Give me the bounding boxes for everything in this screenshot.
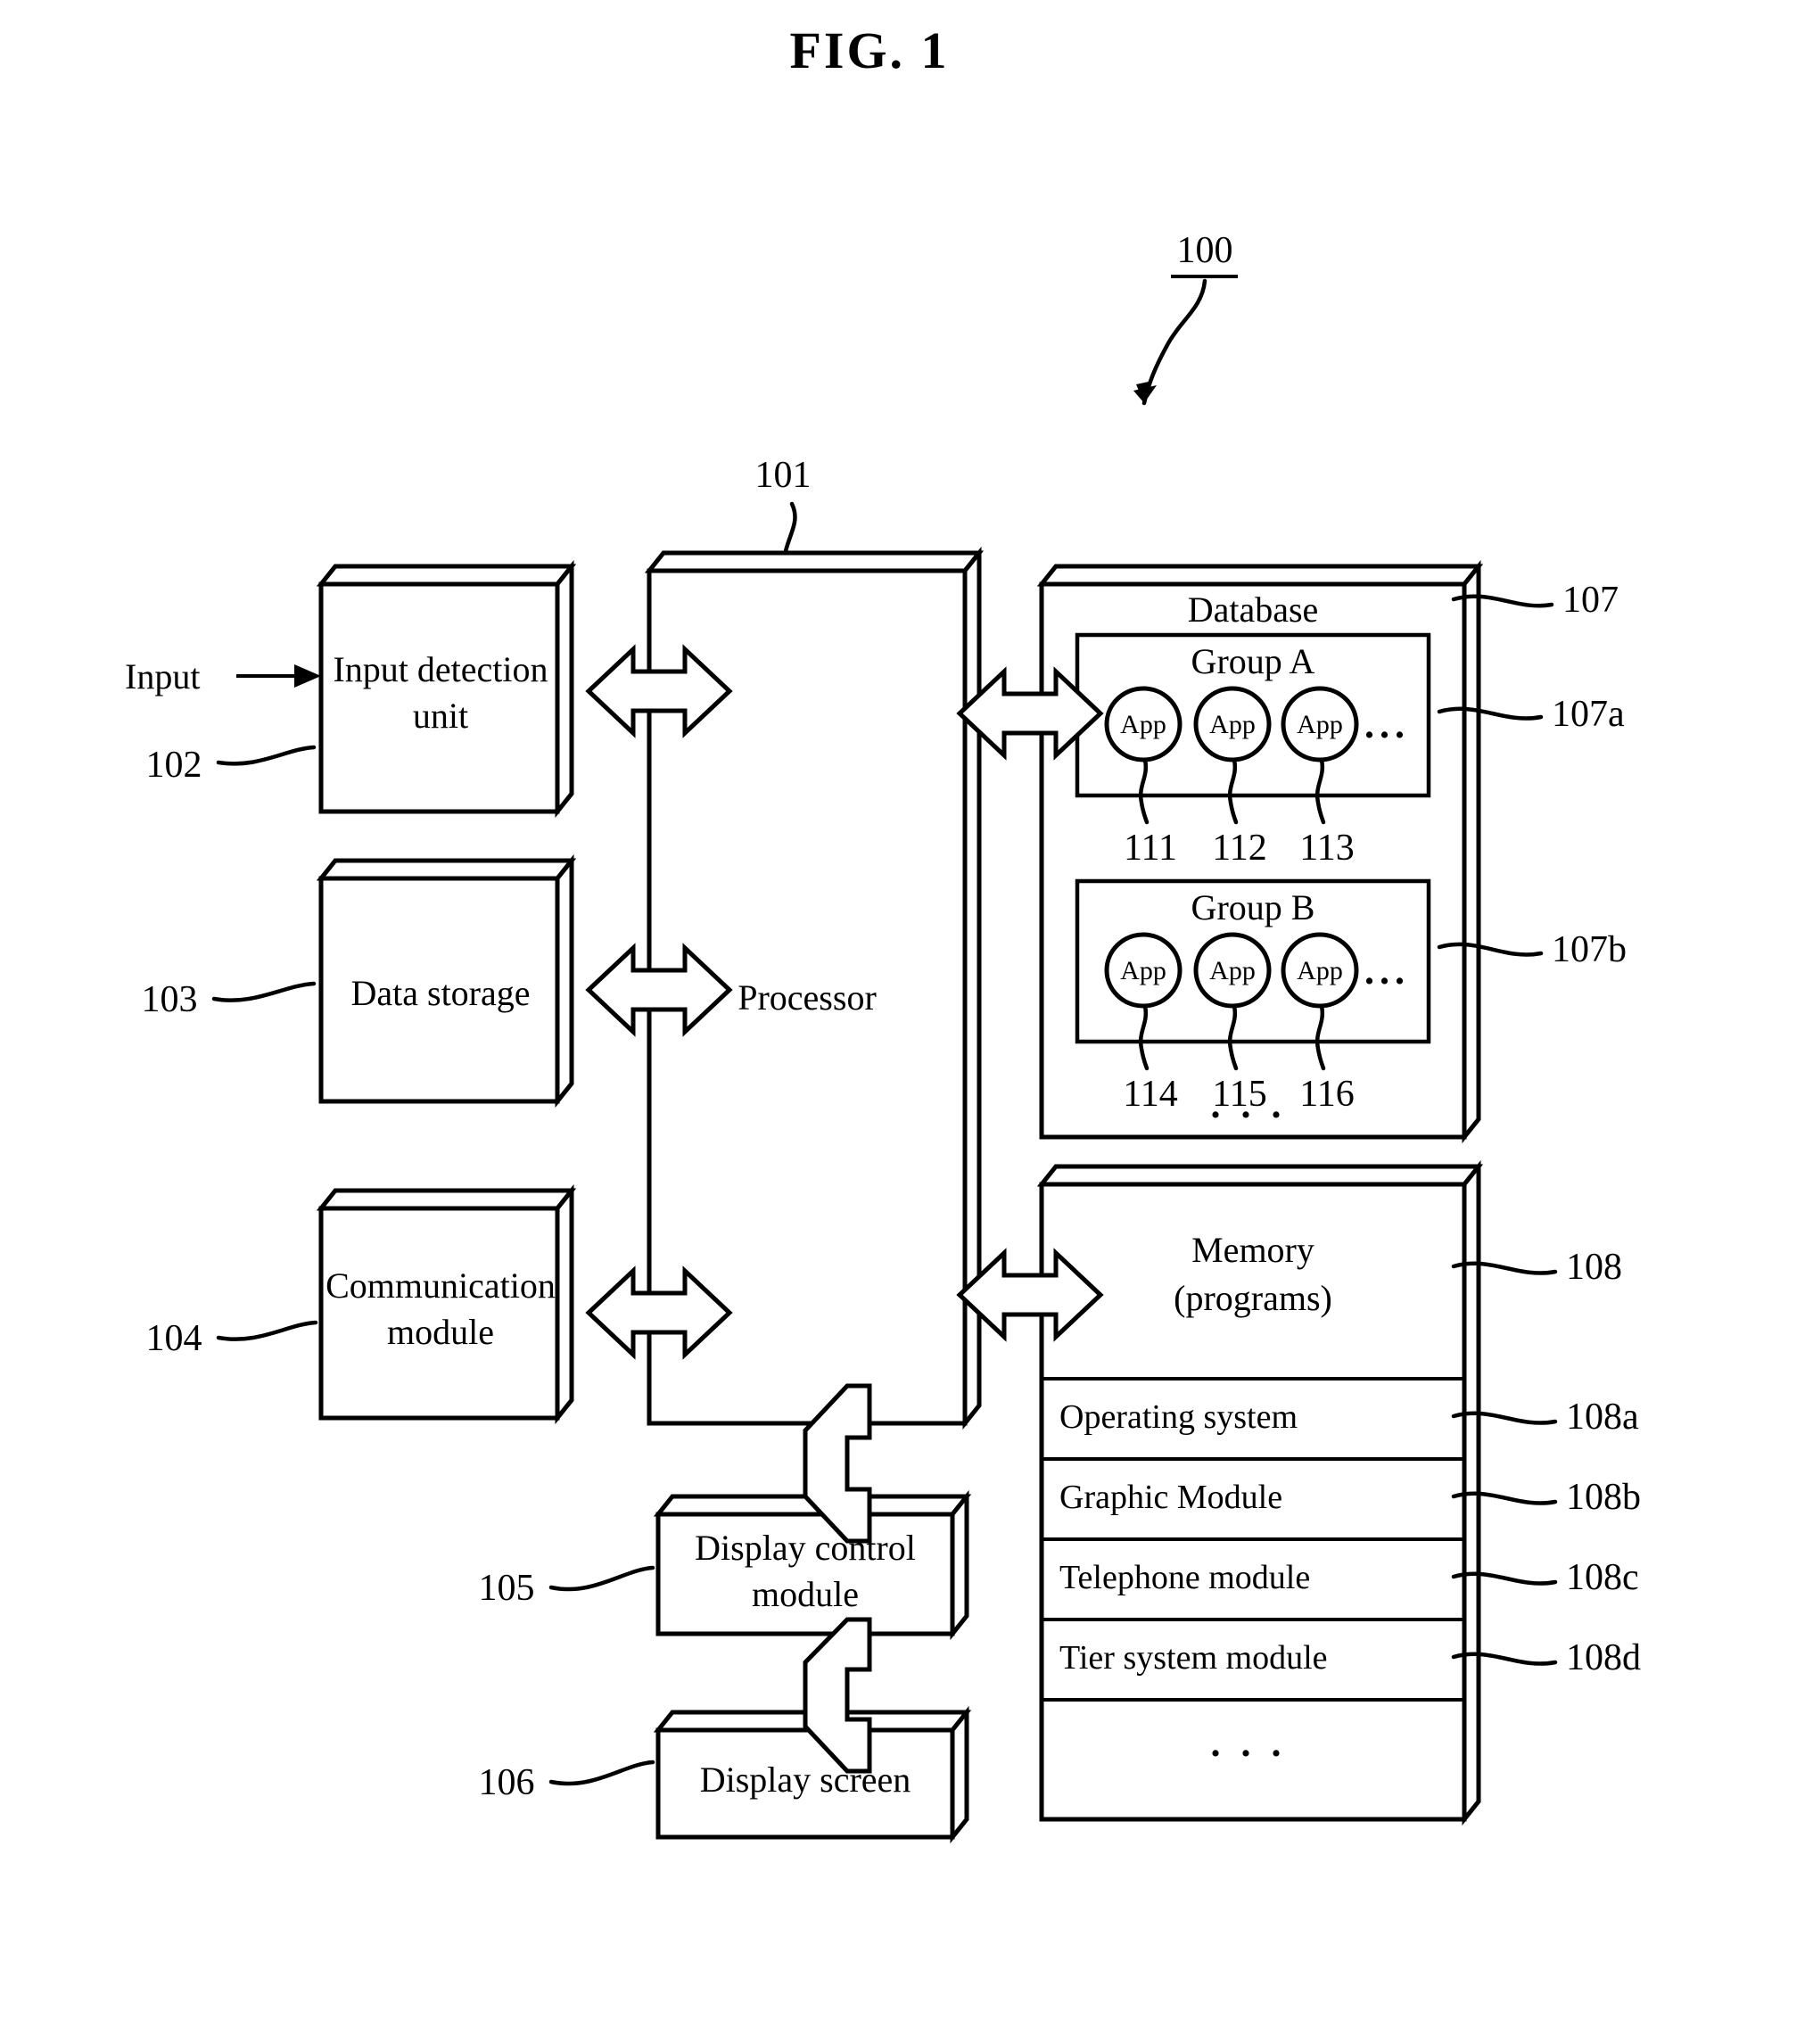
arrow-input-processor: [585, 644, 733, 738]
diagram-vector-layer: .bx { fill:#ffffff; stroke:#000000; stro…: [211, 275, 1558, 1844]
ref-label-105: 105: [478, 1568, 535, 1609]
ref-label-101: 101: [754, 455, 812, 496]
arrow-displaycontrol-displayscreen: [803, 1617, 872, 1774]
database-title: Database: [1187, 589, 1319, 630]
ref-label-107b: 107b: [1552, 929, 1627, 970]
input-detection-label-line2: unit: [412, 696, 469, 736]
leader-108a: [1451, 1411, 1558, 1425]
input-detection-label-line1: Input detection: [333, 649, 548, 689]
ref-label-108d: 108d: [1566, 1637, 1641, 1678]
arrow-processor-displaycontrol: [803, 1383, 872, 1544]
figure-title: FIG. 1: [789, 21, 950, 79]
display-screen-label: Display screen: [699, 1760, 911, 1800]
app-label-113: App: [1297, 710, 1343, 739]
leader-106: [548, 1760, 655, 1786]
arrow-datastorage-processor: [585, 943, 733, 1037]
app-label-115: App: [1209, 956, 1256, 985]
system-ref-label: 100: [1176, 230, 1233, 271]
memory-title-line1: Memory: [1191, 1230, 1314, 1270]
leader-105: [548, 1565, 655, 1592]
ref-label-102: 102: [145, 745, 202, 786]
leader-102: [216, 745, 317, 766]
ref-label-107: 107: [1562, 580, 1619, 621]
display-control-label-line1: Display control: [695, 1528, 916, 1568]
ref-label-111: 111: [1124, 828, 1177, 869]
ref-label-107a: 107a: [1552, 694, 1625, 735]
memory-row-graphic-module: Graphic Module: [1059, 1479, 1283, 1516]
app-label-112: App: [1209, 710, 1256, 739]
group-a-ellipsis: ...: [1364, 703, 1410, 746]
app-label-114: App: [1120, 956, 1166, 985]
input-arrow-label: Input: [125, 656, 201, 696]
arrow-communication-processor: [585, 1265, 733, 1360]
leader-108: [1451, 1261, 1558, 1275]
database-more-indicator: . . .: [1210, 1083, 1287, 1126]
ref-label-112: 112: [1212, 828, 1267, 869]
arrow-processor-database: [956, 666, 1104, 761]
memory-row-telephone-module: Telephone module: [1059, 1559, 1311, 1596]
app-label-116: App: [1297, 956, 1343, 985]
leader-104: [216, 1320, 318, 1341]
ref-label-108b: 108b: [1566, 1477, 1641, 1518]
ref-label-104: 104: [145, 1318, 202, 1359]
leader-107b: [1437, 942, 1544, 957]
ref-label-108c: 108c: [1566, 1557, 1639, 1598]
display-control-label-line2: module: [752, 1574, 859, 1614]
leader-108b: [1451, 1491, 1558, 1505]
memory-row-operating-system: Operating system: [1059, 1398, 1298, 1436]
group-a-apps: [1104, 686, 1359, 825]
group-b-ellipsis: ...: [1364, 949, 1410, 993]
leader-107: [1451, 594, 1554, 608]
memory-title-line2: (programs): [1174, 1278, 1332, 1318]
leader-103: [211, 981, 317, 1002]
communication-label-line1: Communication: [326, 1265, 556, 1306]
ref-label-108: 108: [1566, 1247, 1622, 1288]
ref-label-106: 106: [478, 1762, 535, 1803]
ref-label-103: 103: [141, 979, 198, 1020]
group-b-title: Group B: [1191, 887, 1315, 927]
ref-label-114: 114: [1123, 1074, 1178, 1115]
leader-101: [781, 501, 797, 607]
arrow-processor-memory: [956, 1248, 1104, 1342]
leader-107a: [1437, 706, 1544, 721]
input-arrow: [236, 664, 321, 688]
ref-label-116: 116: [1299, 1074, 1355, 1115]
memory-row-tier-system-module: Tier system module: [1059, 1639, 1328, 1677]
processor-label: Processor: [738, 977, 877, 1018]
app-label-111: App: [1120, 710, 1166, 739]
group-b-apps: [1104, 932, 1359, 1071]
ref-label-113: 113: [1299, 828, 1355, 869]
data-storage-label: Data storage: [350, 973, 531, 1013]
leader-108d: [1451, 1652, 1558, 1666]
memory-more-indicator: . . .: [1210, 1721, 1287, 1765]
ref-label-108a: 108a: [1566, 1397, 1639, 1438]
communication-label-line2: module: [387, 1312, 494, 1352]
leader-108c: [1451, 1571, 1558, 1586]
patent-figure-page: .bx { fill:#ffffff; stroke:#000000; stro…: [0, 0, 1813, 2044]
system-ref-pointer: [1133, 275, 1238, 406]
group-a-title: Group A: [1191, 641, 1315, 681]
